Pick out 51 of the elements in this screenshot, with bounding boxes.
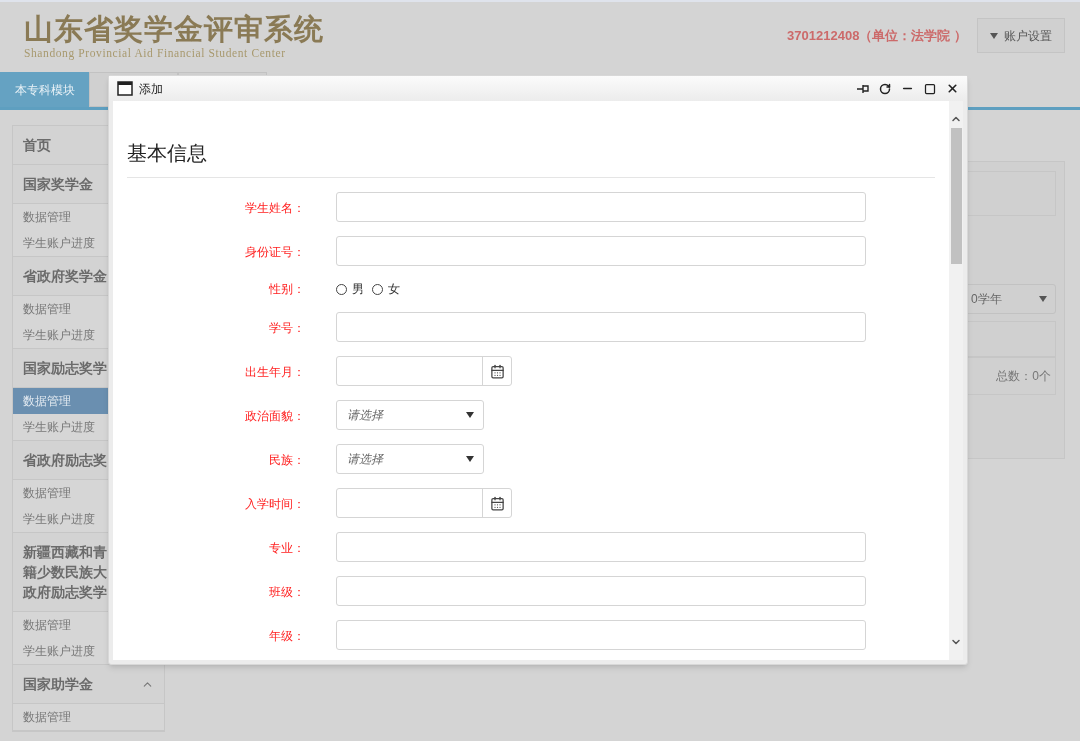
section-title: 国家励志奖学 [23,359,107,378]
caret-icon [466,412,474,418]
logo-title: 山东省奖学金评审系统 [24,12,324,46]
field-label: 民族： [269,452,305,469]
section-title: 省政府励志奖 [23,451,107,470]
calendar-icon [489,363,505,379]
input-field[interactable] [336,236,866,266]
dialog-title: 添加 [139,80,163,98]
caret-icon [1039,296,1047,302]
maximize-icon[interactable] [924,82,936,95]
module-tab[interactable]: 本专科模块 [0,72,89,107]
date-field[interactable] [336,488,512,518]
radio-option[interactable]: 男 [336,280,364,298]
account-settings-button[interactable]: 账户设置 [977,18,1065,53]
caret-icon [990,32,998,39]
field-label: 专业： [269,540,305,557]
field-label: 身份证号： [245,244,305,261]
user-info: 3701212408（单位：法学院 ） [787,26,967,45]
field-label: 班级： [269,584,305,601]
input-field[interactable] [336,532,866,562]
field-label: 学号： [269,320,305,337]
input-field[interactable] [336,620,866,650]
input-field[interactable] [336,576,866,606]
calendar-icon [489,495,505,511]
input-field[interactable] [336,192,866,222]
window-icon [117,81,133,96]
radio-option[interactable]: 女 [372,280,400,298]
field-label: 入学时间： [245,496,305,513]
scrollbar[interactable] [949,101,963,660]
section-title: 国家奖学金 [23,175,93,194]
field-label: 出生年月： [245,364,305,381]
section-title: 省政府奖学金 [23,267,107,286]
pin-icon[interactable] [857,83,869,94]
select-field[interactable]: 请选择 [336,444,484,474]
field-label: 学生姓名： [245,200,305,217]
section-title: 首页 [23,136,51,155]
total-count: 总数：0个 [996,368,1051,385]
scroll-thumb[interactable] [950,128,962,264]
select-field[interactable]: 请选择 [336,400,484,430]
close-icon[interactable] [946,82,959,95]
logo-subtitle: Shandong Provincial Aid Financial Student Center [24,46,287,60]
section-title: 新疆西藏和青 籍少数民族大 政府励志奖学 [23,543,107,602]
caret-icon [466,456,474,462]
input-field[interactable] [336,312,866,342]
field-label: 性别： [269,281,305,298]
refresh-icon[interactable] [879,82,891,95]
sidebar-item[interactable]: 数据管理 [13,704,164,730]
field-label: 政治面貌： [245,408,305,425]
section-title: 国家助学金 [23,675,93,694]
date-field[interactable] [336,356,512,386]
field-label: 年级： [269,628,305,645]
